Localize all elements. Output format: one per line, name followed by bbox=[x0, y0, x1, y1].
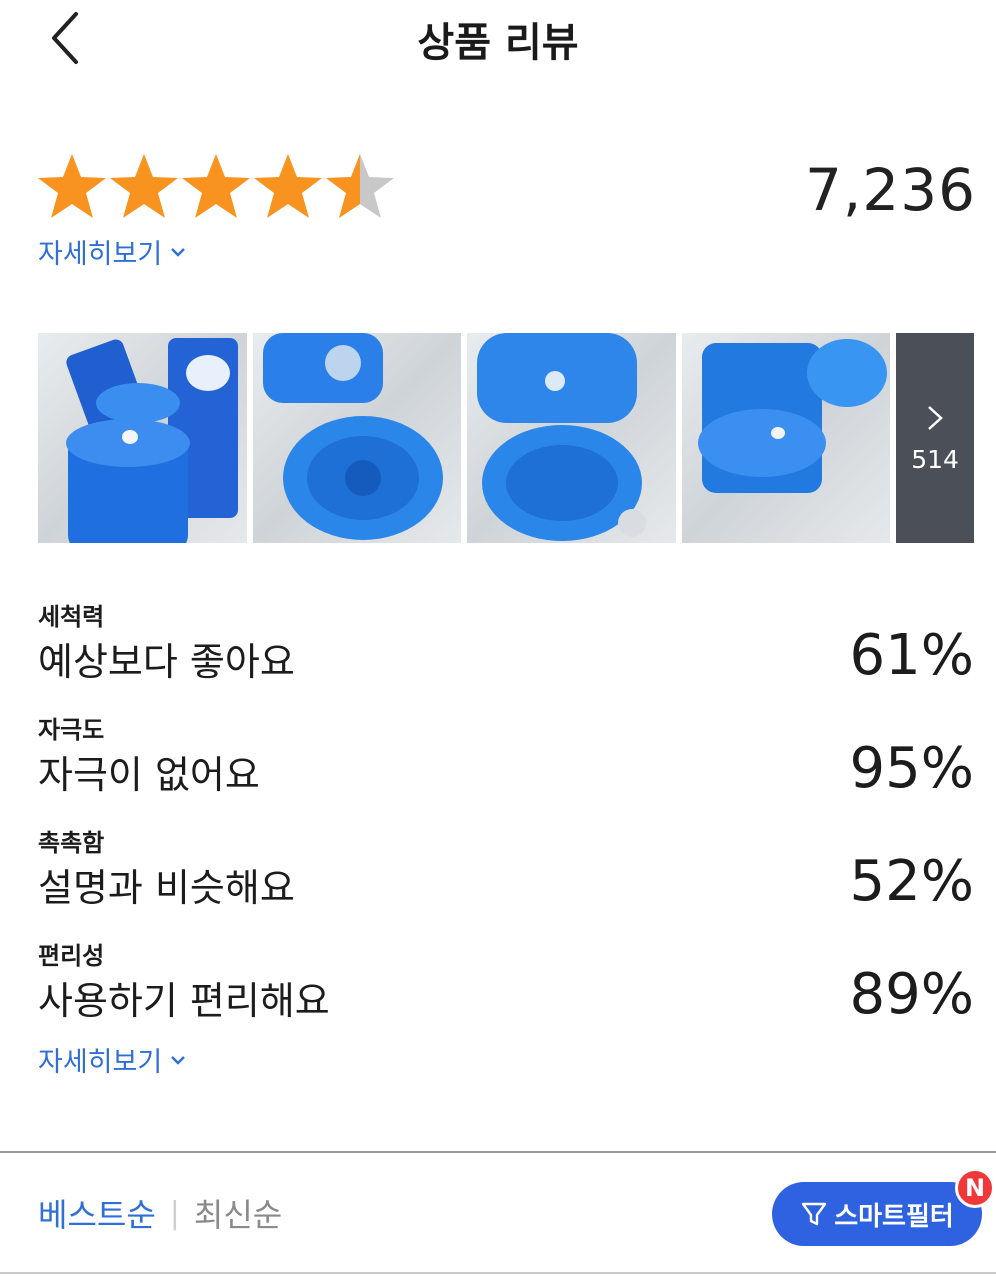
product-tube-image bbox=[66, 338, 238, 543]
chevron-right-icon bbox=[928, 405, 943, 430]
section-divider bbox=[0, 1151, 996, 1153]
sort-best-button[interactable]: 베스트순 bbox=[38, 1190, 156, 1236]
attribute-list: 세척력 예상보다 좋아요 61% 자극도 자극이 없어요 95% 촉촉함 설명과… bbox=[38, 600, 974, 1052]
smart-filter-label: 스마트필터 bbox=[834, 1201, 954, 1232]
detail-link-label: 자세히보기 bbox=[38, 1047, 163, 1078]
attribute-item: 편리성 사용하기 편리해요 89% bbox=[38, 939, 974, 1052]
attribute-percent: 89% bbox=[849, 962, 974, 1027]
half-star-icon bbox=[326, 154, 394, 218]
chevron-down-icon bbox=[171, 247, 186, 257]
sort-latest-button[interactable]: 최신순 bbox=[194, 1190, 282, 1236]
attribute-item: 자극도 자극이 없어요 95% bbox=[38, 713, 974, 826]
attribute-category: 세척력 bbox=[38, 603, 105, 631]
review-photos: 514 bbox=[38, 333, 975, 543]
attribute-value: 예상보다 좋아요 bbox=[38, 640, 295, 684]
attribute-item: 촉촉함 설명과 비슷해요 52% bbox=[38, 826, 974, 939]
new-badge: N bbox=[955, 1168, 995, 1208]
filter-icon bbox=[801, 1202, 827, 1226]
more-photos-button[interactable]: 514 bbox=[896, 333, 975, 543]
star-rating bbox=[36, 150, 396, 230]
star-icon bbox=[182, 154, 250, 218]
review-photo[interactable] bbox=[252, 333, 462, 543]
attribute-value: 자극이 없어요 bbox=[38, 753, 260, 797]
page-title: 상품 리뷰 bbox=[417, 20, 579, 66]
tube-opening-image bbox=[477, 333, 647, 541]
rating-summary: 7,236 bbox=[36, 150, 976, 230]
attribute-value: 설명과 비슷해요 bbox=[38, 866, 295, 910]
more-photos-count: 514 bbox=[911, 444, 959, 474]
chevron-down-icon bbox=[171, 1055, 186, 1065]
attribute-percent: 61% bbox=[849, 623, 974, 688]
sort-bar: 베스트순 | 최신순 bbox=[38, 1190, 282, 1236]
attribute-category: 편리성 bbox=[38, 942, 105, 970]
review-photo[interactable] bbox=[38, 333, 247, 543]
bottom-divider bbox=[0, 1272, 996, 1274]
star-icon bbox=[38, 154, 106, 218]
smart-filter-button[interactable]: 스마트필터 bbox=[772, 1182, 982, 1246]
attribute-percent: 95% bbox=[849, 736, 974, 801]
review-count: 7,236 bbox=[804, 156, 976, 224]
star-icon bbox=[254, 154, 322, 218]
attribute-category: 자극도 bbox=[38, 716, 105, 744]
rating-detail-link[interactable]: 자세히보기 bbox=[38, 232, 186, 271]
cap-image bbox=[262, 333, 443, 540]
attribute-item: 세척력 예상보다 좋아요 61% bbox=[38, 600, 974, 713]
tube-closed-image bbox=[697, 339, 887, 493]
detail-link-label: 자세히보기 bbox=[38, 239, 163, 270]
star-icon bbox=[110, 154, 178, 218]
sort-separator: | bbox=[169, 1195, 180, 1231]
header: 상품 리뷰 bbox=[0, 0, 996, 80]
review-photo[interactable] bbox=[467, 333, 676, 543]
attribute-detail-link[interactable]: 자세히보기 bbox=[38, 1040, 186, 1079]
review-photo[interactable] bbox=[681, 333, 891, 543]
attribute-percent: 52% bbox=[849, 849, 974, 914]
attribute-value: 사용하기 편리해요 bbox=[38, 979, 330, 1023]
attribute-category: 촉촉함 bbox=[38, 829, 105, 857]
